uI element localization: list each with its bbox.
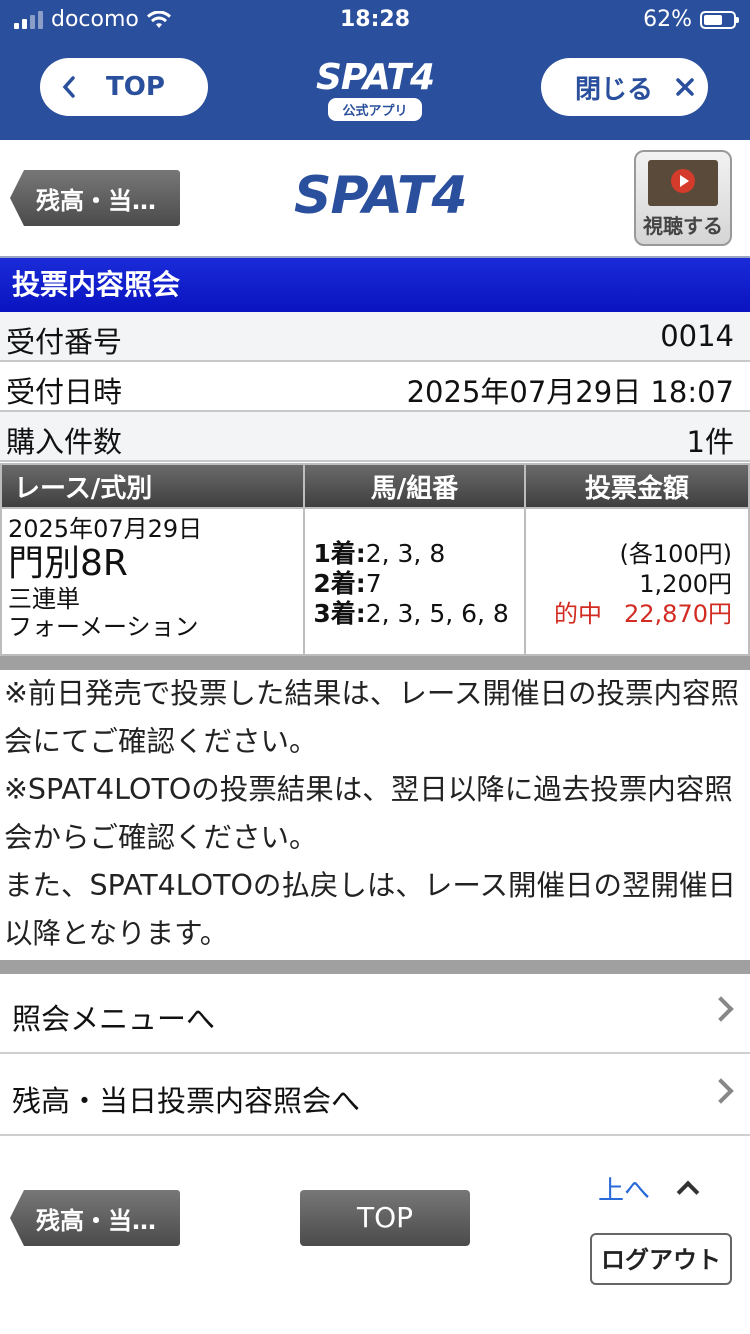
watch-label: 視聴する [643,214,723,238]
top-button[interactable]: TOP [40,58,208,116]
page-header: 残高・当… SPAT4 視聴する [0,140,750,258]
race-date: 2025年07月29日 [8,515,203,543]
bet-type: 三連単 [8,585,80,613]
scroll-up-link[interactable]: 上へ [598,1170,650,1207]
note-3: また、SPAT4LOTOの払戻しは、レース開催日の翌開催日以降となります。 [4,869,736,950]
chevron-right-icon [708,996,734,1022]
app-header: TOP SPAT4 公式アプリ 閉じる [0,40,750,140]
film-icon [648,160,718,206]
section-title: 投票内容照会 [0,258,750,312]
bet-table: レース/式別 馬/組番 投票金額 2025年07月29日 門別8R 三連単 フォ… [0,463,750,656]
battery-icon [700,10,739,29]
pick-first: 1着:2, 3, 8 [313,539,446,568]
hit-label: 的中 [554,600,603,628]
battery-percent: 62% [643,7,692,32]
menu-item-balance-inquiry[interactable]: 残高・当日投票内容照会へ [0,1056,750,1136]
col-header-amount: 投票金額 [523,463,750,509]
bet-method: フォーメーション [8,613,199,641]
close-icon [676,78,694,96]
race-cell: 2025年07月29日 門別8R 三連単 フォーメーション [0,507,306,656]
info-value: 0014 [660,319,734,353]
menu-item-inquiry-menu[interactable]: 照会メニューへ [0,974,750,1054]
footer-top-button[interactable]: TOP [300,1190,470,1246]
info-value: 2025年07月29日 18:07 [406,375,734,409]
watch-button[interactable]: 視聴する [634,150,732,246]
info-label: 受付番号 [6,325,123,359]
back-button[interactable]: 残高・当… [10,170,180,226]
info-label: 受付日時 [6,375,123,409]
info-label: 購入件数 [6,425,123,459]
col-header-race: レース/式別 [0,463,306,509]
col-header-combo: 馬/組番 [303,463,526,509]
chevron-right-icon [708,1078,734,1104]
amount-total: 1,200円 [639,570,732,598]
app-logo-word: SPAT4 [315,57,435,98]
battery-status: 62% [643,7,739,32]
table-row: 2025年07月29日 門別8R 三連単 フォーメーション 1着:2, 3, 8… [0,507,750,656]
chevron-up-icon[interactable] [676,1180,700,1204]
amount-cell: (各100円) 1,200円 的中 22,870円 [523,507,750,656]
menu-item-label: 照会メニューへ [12,1002,216,1036]
clock: 18:28 [339,7,411,32]
close-button-label: 閉じる [575,74,654,105]
app-logo: SPAT4 公式アプリ [309,60,441,121]
table-header-row: レース/式別 馬/組番 投票金額 [0,463,750,509]
info-row-purchase-count: 購入件数 1件 [0,412,750,462]
top-button-label: TOP [106,72,165,102]
hit-result: 的中 22,870円 [526,599,732,629]
app-logo-sub: 公式アプリ [328,98,422,121]
notes: ※前日発売で投票した結果は、レース開催日の投票内容照会にてご確認ください。 ※SP… [0,670,750,958]
pick-third: 3着:2, 3, 5, 6, 8 [313,599,509,628]
info-row-receipt-number: 受付番号 0014 [0,312,750,362]
divider [0,656,750,670]
footer-back-button[interactable]: 残高・当… [10,1190,180,1246]
pick-second: 2着:7 [313,569,382,598]
chevron-left-icon [62,76,75,98]
race-track: 門別8R [8,543,128,584]
info-value: 1件 [686,425,734,459]
combo-cell: 1着:2, 3, 8 2着:7 3着:2, 3, 5, 6, 8 [303,507,526,656]
logout-button[interactable]: ログアウト [590,1233,732,1285]
info-row-receipt-datetime: 受付日時 2025年07月29日 18:07 [0,362,750,412]
amount-each: (各100円) [619,540,732,568]
close-button[interactable]: 閉じる [541,58,708,116]
menu-item-label: 残高・当日投票内容照会へ [12,1084,361,1118]
divider [0,960,750,974]
note-2: ※SPAT4LOTOの投票結果は、翌日以降に過去投票内容照会からご確認ください。 [4,773,733,854]
hit-amount: 22,870円 [624,600,732,628]
spat4-logo: SPAT4 [294,166,468,226]
status-bar: docomo 18:28 62% [0,0,750,40]
note-1: ※前日発売で投票した結果は、レース開催日の投票内容照会にてご確認ください。 [4,677,739,758]
play-icon [671,169,695,193]
